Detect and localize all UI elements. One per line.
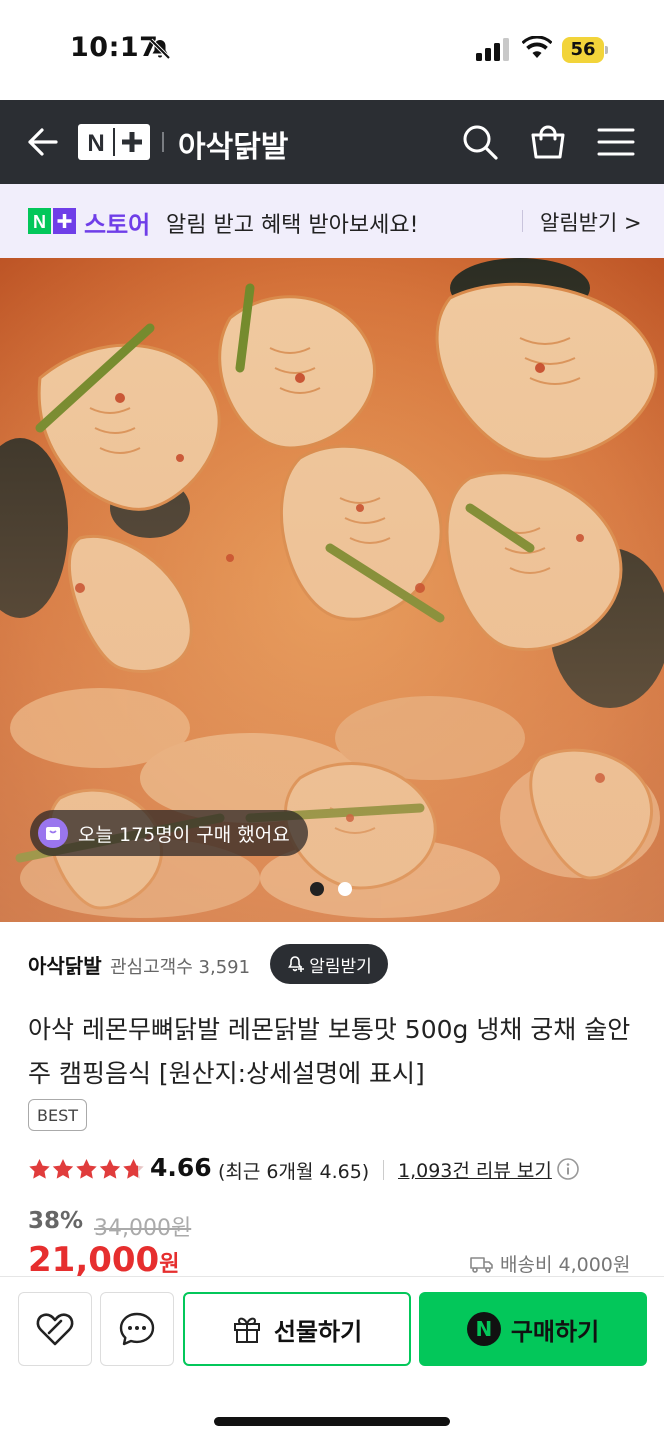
store-alarm-button[interactable]: 알림받기	[270, 944, 388, 984]
store-brand: 스토어	[84, 211, 151, 239]
follower-count: 관심고객수 3,591	[110, 957, 251, 978]
home-indicator[interactable]	[214, 1417, 450, 1426]
naver-pay-icon: N	[466, 1312, 501, 1346]
rating-separator	[383, 1160, 384, 1180]
price-unit: 원	[159, 1252, 180, 1276]
gift-button[interactable]: 선물하기	[183, 1292, 411, 1366]
truck-icon	[470, 1256, 493, 1273]
wifi-icon	[522, 36, 552, 58]
store-name[interactable]: 아삭닭발	[28, 950, 102, 979]
price-value: 21,000	[28, 1240, 160, 1276]
naver-store-logo: N	[28, 208, 76, 234]
bell-plus-icon	[288, 956, 305, 972]
bell-off-icon	[149, 38, 171, 60]
heart-icon	[36, 1313, 74, 1346]
battery-level: 56	[570, 39, 596, 60]
buy-button[interactable]: N 구매하기	[419, 1292, 647, 1366]
logo-divider	[162, 132, 164, 152]
status-bar: 10:17 56	[0, 0, 664, 100]
product-title: 아삭 레몬무뼈닭발 레몬닭발 보통맛 500g 냉채 궁채 술안주 캠핑음식 […	[28, 1015, 631, 1088]
buy-count-pill: 오늘 175명이 구매 했어요	[30, 810, 308, 856]
rating-recent: (최근 6개월 4.65)	[218, 1161, 370, 1183]
carousel-dot-2[interactable]	[338, 882, 352, 896]
product-image[interactable]: 오늘 175명이 구매 했어요	[0, 258, 664, 922]
buy-label: 구매하기	[510, 1317, 600, 1346]
svg-text:N: N	[87, 130, 104, 157]
naver-plus-logo[interactable]: N	[78, 124, 150, 160]
rating-value: 4.66	[150, 1153, 212, 1182]
shipping-fee: 배송비 4,000원	[470, 1250, 630, 1277]
battery-icon: 56	[562, 37, 608, 63]
info-icon[interactable]	[556, 1157, 580, 1181]
original-price: 34,000원	[94, 1216, 192, 1241]
shopping-bag-icon	[38, 818, 68, 848]
header-store-name[interactable]: 아삭닭발	[178, 122, 288, 166]
best-badge: BEST	[28, 1099, 88, 1131]
notify-banner[interactable]: N 스토어 알림 받고 혜택 받아보세요! 알림받기 >	[0, 184, 664, 258]
chat-button[interactable]	[100, 1292, 174, 1366]
wishlist-button[interactable]	[18, 1292, 92, 1366]
signal-icon	[476, 38, 509, 61]
buy-count-text: 오늘 175명이 구매 했어요	[78, 823, 290, 846]
search-icon[interactable]	[460, 122, 500, 162]
svg-text:N: N	[33, 212, 46, 232]
store-alarm-label: 알림받기	[309, 956, 372, 977]
bottom-action-bar: 선물하기 N 구매하기	[0, 1276, 664, 1440]
star-rating	[29, 1159, 144, 1179]
notify-divider	[522, 210, 523, 232]
back-arrow-icon[interactable]	[22, 122, 62, 162]
status-time: 10:17	[70, 32, 159, 63]
notify-message: 알림 받고 혜택 받아보세요!	[166, 213, 419, 238]
gift-icon	[233, 1317, 260, 1343]
discount-rate: 38%	[28, 1208, 84, 1234]
sale-price: 21,000원	[28, 1240, 179, 1276]
review-link[interactable]: 1,093건 리뷰 보기	[398, 1156, 552, 1183]
chat-icon	[119, 1312, 155, 1346]
carousel-dot-1[interactable]	[310, 882, 324, 896]
gift-label: 선물하기	[273, 1317, 363, 1346]
store-header: N 아삭닭발	[0, 100, 664, 184]
notify-subscribe-button[interactable]: 알림받기 >	[540, 207, 642, 237]
shipping-text: 배송비 4,000원	[500, 1254, 631, 1276]
cart-icon[interactable]	[528, 122, 568, 162]
menu-icon[interactable]	[596, 122, 636, 162]
